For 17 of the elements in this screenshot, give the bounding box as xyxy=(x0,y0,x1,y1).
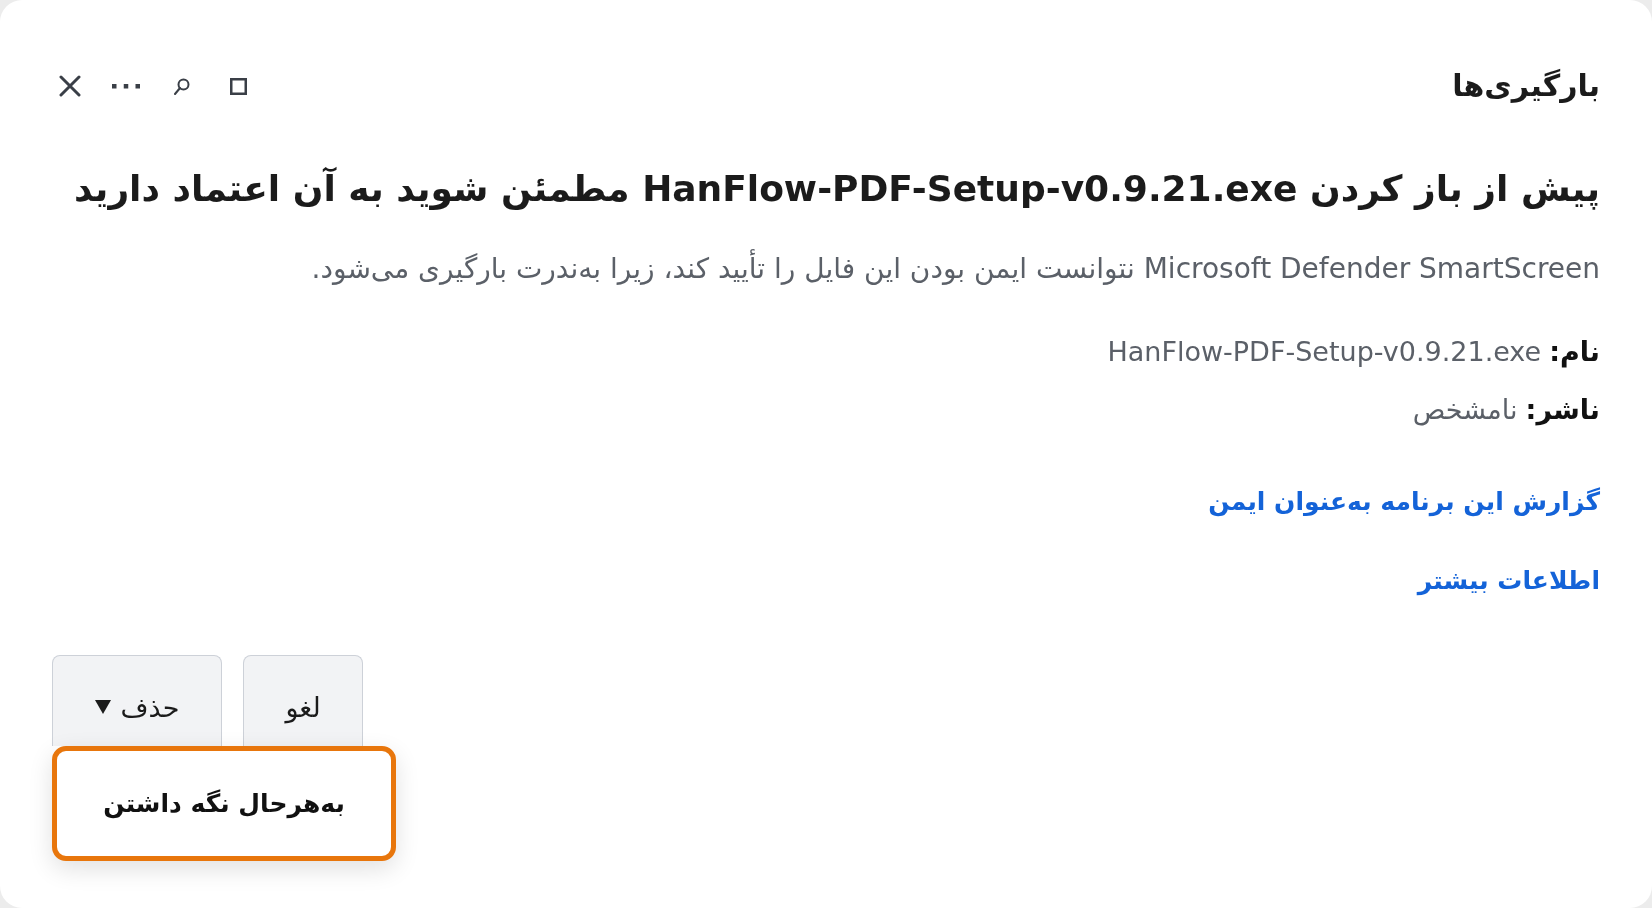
search-icon xyxy=(174,77,190,95)
detail-value: نامشخص xyxy=(1412,393,1518,428)
delete-button[interactable]: حذف xyxy=(52,655,222,746)
link[interactable]: گزارش این برنامه به‌عنوان ایمن xyxy=(1208,482,1600,522)
caret-icon xyxy=(94,700,111,714)
link[interactable]: اطلاعات بیشتر xyxy=(1417,561,1600,601)
keep-anyway-menu-item[interactable]: به‌هرحال نگه داشتن xyxy=(52,746,396,861)
maximize-icon xyxy=(229,77,247,95)
close-icon xyxy=(59,75,81,97)
detail-label: ناشر: xyxy=(1525,393,1600,428)
cancel-button[interactable]: لغو xyxy=(243,655,363,746)
detail-value: HanFlow-PDF-Setup-v0.9.21.exe xyxy=(1107,335,1542,369)
detail-label: نام: xyxy=(1549,335,1600,370)
more-icon xyxy=(112,83,140,89)
warning-heading: پیش از باز کردن HanFlow-PDF-Setup-v0.9.21.exe مطمئن شوید به آن اعتماد دارید xyxy=(73,166,1600,212)
warning-message: Microsoft Defender SmartScreen نتوانست ایمن بودن این فایل را تأیید کند، زیرا به‌ندرت بارگیری می‌شود. xyxy=(52,250,1600,288)
panel-title: بارگیری‌ها xyxy=(1452,67,1600,105)
